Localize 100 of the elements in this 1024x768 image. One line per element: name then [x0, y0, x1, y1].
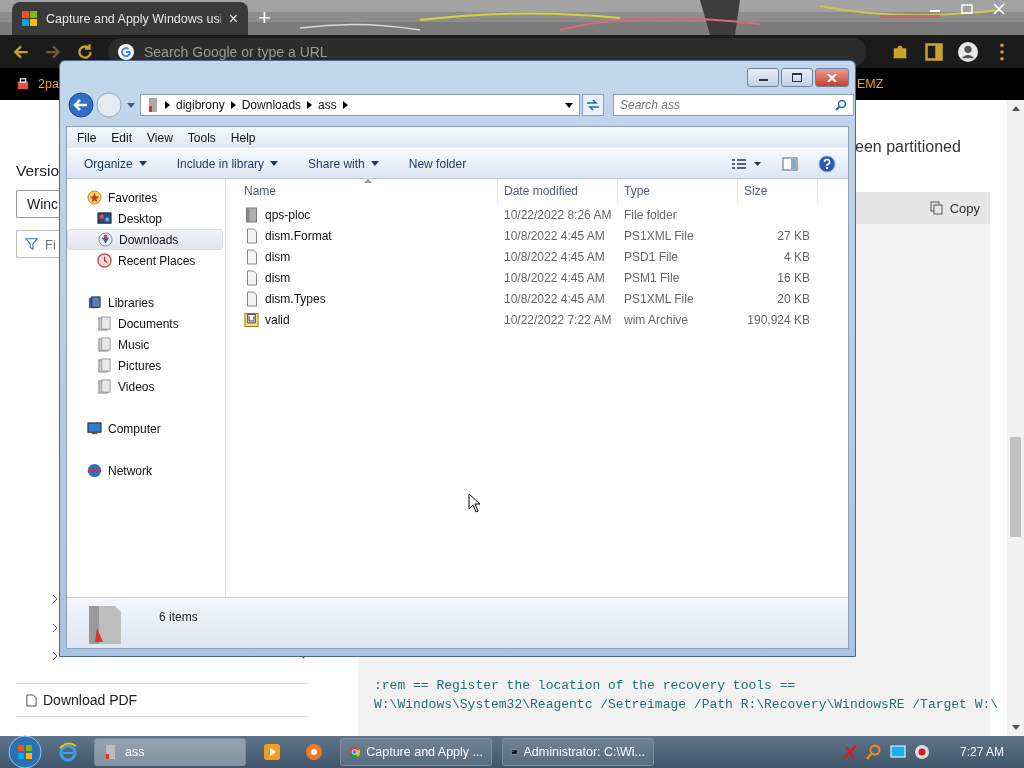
scroll-up-icon[interactable] [1011, 106, 1020, 111]
taskbar-button[interactable]: Administrator: C:\Wi... [502, 738, 654, 766]
file-name[interactable]: dism.Format [265, 228, 332, 243]
menu-item[interactable]: Tools [187, 130, 216, 145]
chevron-right-icon[interactable] [52, 594, 58, 604]
menu-item[interactable]: View [147, 130, 173, 145]
start-button[interactable] [8, 735, 42, 768]
help-icon[interactable] [818, 154, 836, 173]
chevron-right-icon[interactable] [52, 623, 58, 633]
bookmark[interactable]: EMZ [857, 77, 884, 91]
internet-explorer-icon[interactable] [58, 742, 78, 762]
back-button[interactable] [68, 92, 94, 118]
reload-icon[interactable] [76, 42, 94, 61]
maximize-button[interactable] [781, 68, 813, 87]
scroll-down-icon[interactable] [1011, 725, 1020, 730]
breadcrumb-item[interactable]: Downloads [241, 98, 302, 112]
download-pdf-link[interactable]: Download PDF [16, 683, 308, 717]
copy-button[interactable]: Copy [929, 200, 980, 216]
file-icon [244, 248, 259, 265]
column-header[interactable]: Type [618, 179, 738, 203]
triangle-right-icon[interactable] [165, 101, 170, 109]
chevron-right-icon[interactable] [52, 651, 58, 661]
menu-item[interactable]: Edit [111, 130, 133, 145]
minimize-button[interactable] [747, 68, 779, 87]
file-name[interactable]: valid [265, 312, 290, 327]
nav-item[interactable]: Downloads [67, 229, 223, 250]
filter-field[interactable]: Fi [16, 230, 59, 258]
column-header[interactable]: Date modified [498, 179, 618, 203]
close-icon [827, 73, 837, 82]
library-icon [87, 295, 102, 310]
column-header[interactable]: Size [738, 179, 818, 203]
file-name[interactable]: dism [265, 249, 291, 264]
table-cell-text: 10/8/2022 4:45 AM [503, 291, 606, 306]
triangle-right-icon[interactable] [342, 101, 348, 109]
nav-item[interactable]: Libraries [67, 292, 223, 313]
code-line: W:\Windows\System32\Reagentc /Setreimage /Path R:\Recovery\WindowsRE /Target W:\ [374, 696, 999, 714]
table-cell-text: File folder [623, 207, 678, 222]
triangle-right-icon[interactable] [307, 101, 313, 109]
monitor-icon[interactable] [889, 744, 906, 760]
chrome-icon [349, 744, 361, 760]
close-button[interactable] [815, 68, 849, 87]
speaker-icon[interactable] [913, 744, 930, 760]
table-cell-text: PS1XML File [623, 228, 695, 243]
table-cell-text: 10/8/2022 4:45 AM [503, 270, 606, 285]
app-icon[interactable] [304, 742, 324, 762]
menu-item[interactable]: File [77, 130, 97, 145]
caret-down-icon[interactable] [270, 161, 279, 166]
toolbar-button[interactable]: Organize [84, 156, 147, 171]
nav-item[interactable]: Pictures [67, 355, 223, 376]
file-name[interactable]: dism.Types [265, 291, 326, 306]
view-list-icon[interactable] [732, 157, 762, 170]
file-icon [244, 227, 259, 244]
breadcrumb-item[interactable]: digibrony [176, 98, 225, 112]
filter-icon [25, 237, 39, 251]
triangle-right-icon[interactable] [230, 101, 236, 109]
close-tab-button[interactable]: × [228, 9, 238, 28]
nav-item[interactable]: Computer [67, 418, 223, 439]
nav-item[interactable]: Videos [67, 376, 223, 397]
menu-item[interactable]: Help [230, 130, 256, 145]
search-icon [835, 99, 847, 111]
table-cell: 16 KB [777, 270, 810, 285]
nav-item[interactable]: Desktop [67, 208, 223, 229]
bookmark[interactable]: 2pa [38, 77, 59, 91]
library-icon [97, 337, 112, 352]
scroll-thumb[interactable] [1010, 437, 1021, 537]
toolbar-button[interactable]: Share with [308, 156, 379, 171]
table-cell: 20 KB [777, 291, 810, 306]
windows-logo-icon [22, 10, 38, 27]
taskbar-button[interactable]: Capture and Apply ... [340, 738, 492, 766]
table-cell-text: 10/22/2022 7:22 AM [503, 312, 613, 327]
toolbar-button[interactable]: Include in library [176, 156, 279, 171]
media-player-icon[interactable] [262, 742, 282, 762]
nav-item[interactable]: Music [67, 334, 223, 355]
folder-icon [147, 97, 159, 113]
file-name[interactable]: dism [265, 270, 291, 285]
nav-item[interactable]: Recent Places [67, 250, 223, 271]
globe-icon [87, 463, 102, 478]
table-cell-text: wim Archive [623, 312, 689, 327]
caret-down-icon[interactable] [565, 102, 573, 108]
search-field[interactable]: Search ass [613, 94, 854, 116]
file-name[interactable]: qps-ploc [265, 207, 311, 222]
sidebar-icon[interactable] [924, 41, 944, 62]
magnifier-icon[interactable] [865, 744, 882, 760]
nav-item[interactable]: Favorites [67, 187, 223, 208]
nav-item[interactable]: Network [67, 460, 223, 481]
clock-icon [97, 253, 112, 268]
breadcrumb-item[interactable]: ass [318, 98, 337, 112]
address-field[interactable]: digibrony Downloads ass [140, 94, 580, 116]
nav-item[interactable]: Documents [67, 313, 223, 334]
table-cell: 190,924 KB [747, 312, 810, 327]
paragraph: een partitioned [854, 138, 962, 156]
profile-avatar-icon[interactable] [958, 41, 978, 62]
clock[interactable]: 7:27 AM [959, 745, 1004, 759]
caret-down-icon[interactable] [370, 161, 379, 166]
star-icon [87, 190, 102, 205]
refresh-button[interactable] [582, 94, 604, 116]
scrollbar[interactable] [1007, 100, 1024, 736]
caret-down-icon[interactable] [138, 161, 147, 166]
computer-icon [87, 421, 102, 436]
toolbar-button[interactable]: New folder [408, 156, 467, 171]
